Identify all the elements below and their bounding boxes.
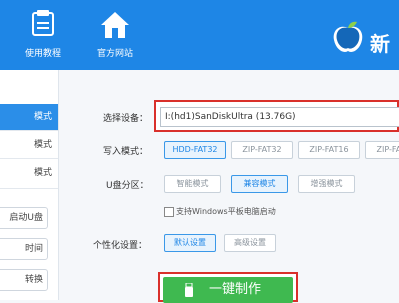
divider [0, 158, 58, 159]
device-highlight: I:(hd1)SanDiskUltra (13.76G) [154, 100, 399, 132]
sidebar: 模式 模式 模式 启动U盘 时间 转换 [0, 70, 59, 300]
official-site-button[interactable]: 官方网站 [80, 10, 150, 66]
toolbox-icon [28, 10, 58, 40]
personal-default[interactable]: 默认设置 [164, 234, 216, 252]
sidebar-item-mode-1[interactable]: 模式 [0, 104, 58, 130]
sidebar-item-label: 模式 [33, 140, 52, 150]
sidebar-item-label: 模式 [33, 112, 52, 122]
sidebar-item-label: 模式 [33, 168, 52, 178]
write-mode-zip-fat32[interactable]: ZIP-FAT32 [231, 141, 293, 159]
device-select[interactable]: I:(hd1)SanDiskUltra (13.76G) [160, 107, 399, 127]
brand-logo: 新 [330, 20, 399, 60]
write-mode-zip-fat16[interactable]: ZIP-FAT16 [298, 141, 360, 159]
write-mode-label: 写入模式： [103, 147, 149, 157]
divider [0, 188, 58, 189]
write-mode-zip-fat[interactable]: ZIP-FAT [365, 141, 399, 159]
tutorial-label: 使用教程 [24, 49, 61, 59]
tablet-boot-label: 支持Windows平板电脑启动 [176, 207, 276, 216]
personal-label: 个性化设置： [93, 241, 148, 251]
sidebar-button-boot-usb[interactable]: 启动U盘 [0, 207, 48, 229]
apple-logo-icon [330, 20, 366, 56]
sidebar-item-mode-3[interactable]: 模式 [0, 160, 58, 186]
partition-enhanced[interactable]: 增强模式 [298, 175, 355, 193]
sidebar-button-time[interactable]: 时间 [0, 238, 48, 260]
partition-label: U盘分区： [106, 181, 149, 191]
write-mode-hdd-fat32[interactable]: HDD-FAT32 [164, 141, 226, 159]
tutorial-button[interactable]: 使用教程 [8, 10, 78, 66]
partition-smart[interactable]: 智能模式 [164, 175, 221, 193]
make-button-label: 一键制作 [208, 282, 261, 297]
make-highlight: 一键制作 [158, 272, 298, 303]
main-panel: 选择设备： I:(hd1)SanDiskUltra (13.76G) 写入模式：… [59, 70, 399, 303]
tablet-boot-checkbox[interactable] [164, 207, 174, 217]
usb-drive-icon [185, 283, 193, 297]
home-icon [100, 10, 130, 40]
top-toolbar: 使用教程 官方网站 新 [0, 0, 399, 70]
brand-text: 新 [370, 32, 390, 56]
personal-advanced[interactable]: 高级设置 [224, 234, 276, 252]
sidebar-button-convert[interactable]: 转换 [0, 269, 48, 291]
one-click-make-button[interactable]: 一键制作 [163, 277, 293, 303]
device-label: 选择设备： [103, 114, 149, 124]
divider [0, 130, 58, 131]
partition-compatible[interactable]: 兼容模式 [231, 175, 288, 193]
sidebar-item-mode-2[interactable]: 模式 [0, 132, 58, 158]
official-site-label: 官方网站 [96, 49, 133, 59]
